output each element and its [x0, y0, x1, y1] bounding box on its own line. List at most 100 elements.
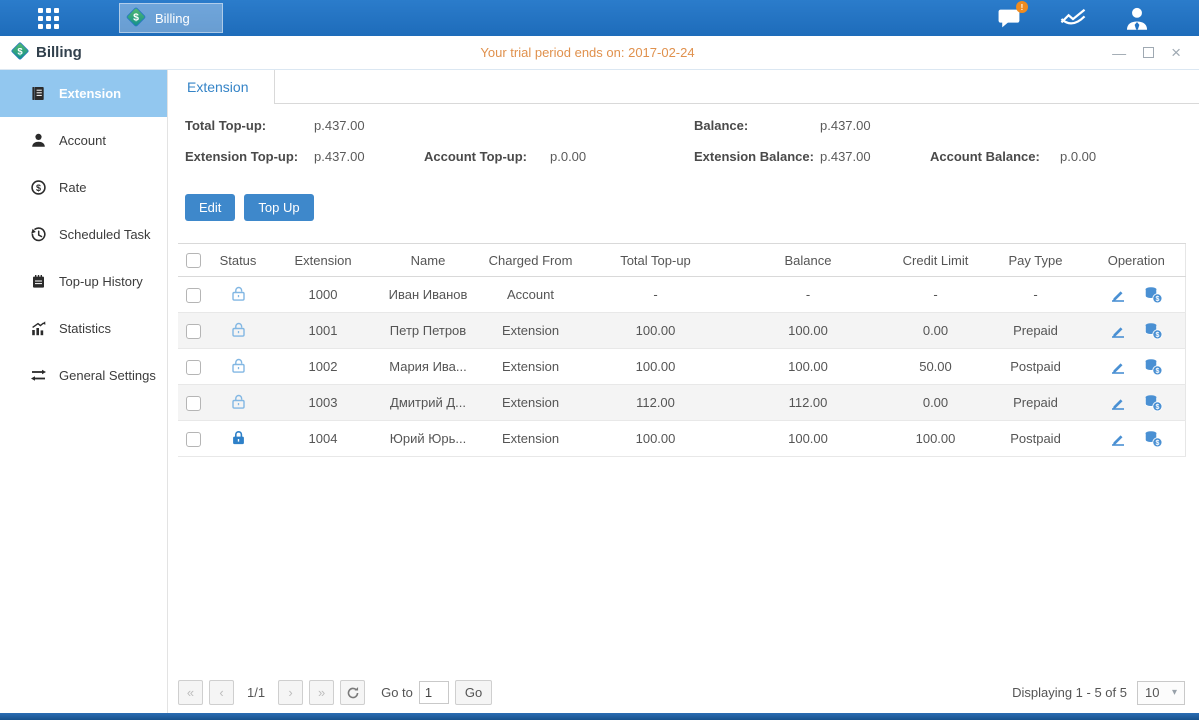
sidebar-item-scheduled-task[interactable]: Scheduled Task [0, 211, 167, 258]
select-all-checkbox[interactable] [186, 253, 201, 268]
maximize-button[interactable] [1143, 46, 1154, 60]
sidebar-item-rate[interactable]: $ Rate [0, 164, 167, 211]
goto-page-input[interactable] [419, 681, 449, 704]
balance-cell: 100.00 [728, 421, 888, 457]
status-cell [208, 277, 268, 313]
balance-cell: 100.00 [728, 313, 888, 349]
charged-from-cell: Extension [478, 421, 583, 457]
svg-text:$: $ [1156, 331, 1160, 338]
edit-row-icon[interactable] [1109, 430, 1127, 448]
sidebar-item-label: General Settings [59, 368, 156, 383]
col-pay-type: Pay Type [983, 244, 1088, 277]
table-header-row: Status Extension Name Charged From Total… [178, 244, 1185, 277]
page-size-dropdown[interactable]: 10 ▾ [1137, 681, 1185, 705]
table-row: 1000 Иван Иванов Account - - - - [178, 277, 1185, 313]
top-up-row-icon[interactable]: $ [1143, 394, 1163, 412]
operation-cell: $ [1088, 313, 1185, 349]
displaying-text: Displaying 1 - 5 of 5 [1012, 685, 1127, 700]
row-checkbox[interactable] [186, 288, 201, 303]
row-checkbox[interactable] [186, 360, 201, 375]
total-topup-value: p.437.00 [314, 118, 365, 133]
minimize-button[interactable]: — [1112, 46, 1126, 60]
charged-from-cell: Extension [478, 349, 583, 385]
user-account-icon[interactable] [1123, 5, 1151, 31]
svg-text:$: $ [1156, 403, 1160, 410]
sidebar-item-extension[interactable]: Extension [0, 70, 167, 117]
edit-button[interactable]: Edit [185, 194, 235, 221]
charged-from-cell: Account [478, 277, 583, 313]
edit-row-icon[interactable] [1109, 394, 1127, 412]
balance-value: p.437.00 [820, 118, 871, 133]
sidebar: Extension Account $ Rate [0, 70, 168, 713]
taskbar: $ Billing ! [0, 0, 1199, 36]
bottom-edge-strip [0, 713, 1199, 720]
window-titlebar: $ Billing Your trial period ends on: 201… [0, 36, 1199, 70]
sidebar-item-account[interactable]: Account [0, 117, 167, 164]
close-button[interactable]: × [1171, 44, 1181, 61]
edit-row-icon[interactable] [1109, 286, 1127, 304]
last-page-button[interactable]: » [309, 680, 334, 705]
row-checkbox[interactable] [186, 396, 201, 411]
top-up-button[interactable]: Top Up [244, 194, 313, 221]
sidebar-item-label: Extension [59, 86, 121, 101]
first-page-button[interactable]: « [178, 680, 203, 705]
account-balance-value: p.0.00 [1060, 149, 1096, 164]
scheduled-task-icon [30, 226, 47, 243]
edit-row-icon[interactable] [1109, 358, 1127, 376]
table-row: 1004 Юрий Юрь... Extension 100.00 100.00… [178, 421, 1185, 457]
main-content: Extension Total Top-up: p.437.00 Balance… [168, 70, 1199, 713]
name-cell: Дмитрий Д... [378, 385, 478, 421]
name-cell: Мария Ива... [378, 349, 478, 385]
refresh-button[interactable] [340, 680, 365, 705]
next-page-button[interactable]: › [278, 680, 303, 705]
apps-grid-icon[interactable] [38, 8, 59, 29]
account-icon [30, 132, 47, 149]
extension-cell: 1002 [268, 349, 378, 385]
row-checkbox[interactable] [186, 432, 201, 447]
locked-status-icon [230, 429, 247, 446]
balance-cell: 112.00 [728, 385, 888, 421]
prev-page-button[interactable]: ‹ [209, 680, 234, 705]
taskbar-billing-tab[interactable]: $ Billing [119, 3, 223, 33]
edit-row-icon[interactable] [1109, 322, 1127, 340]
unlocked-status-icon [230, 357, 247, 374]
sidebar-item-topup-history[interactable]: Top-up History [0, 258, 167, 305]
window-controls: — × [1112, 44, 1199, 61]
pay-type-cell: - [983, 277, 1088, 313]
tab-extension[interactable]: Extension [168, 70, 275, 104]
sidebar-item-label: Rate [59, 180, 86, 195]
total-topup-cell: 100.00 [583, 313, 728, 349]
window-title-group: $ Billing [0, 41, 82, 65]
table-row: 1003 Дмитрий Д... Extension 112.00 112.0… [178, 385, 1185, 421]
statistics-report-icon[interactable] [1059, 5, 1087, 31]
row-checkbox[interactable] [186, 324, 201, 339]
top-up-row-icon[interactable]: $ [1143, 430, 1163, 448]
sidebar-item-label: Scheduled Task [59, 227, 151, 242]
unlocked-status-icon [230, 285, 247, 302]
sidebar-item-general-settings[interactable]: General Settings [0, 352, 167, 399]
col-balance: Balance [728, 244, 888, 277]
credit-limit-cell: 0.00 [888, 313, 983, 349]
messages-icon[interactable]: ! [995, 5, 1023, 31]
tabstrip: Extension [168, 70, 1199, 104]
taskbar-tab-label: Billing [155, 11, 190, 26]
general-settings-icon [30, 367, 47, 384]
top-up-row-icon[interactable]: $ [1143, 358, 1163, 376]
extension-cell: 1001 [268, 313, 378, 349]
status-cell [208, 421, 268, 457]
action-buttons: Edit Top Up [185, 194, 1199, 221]
col-operation: Operation [1088, 244, 1185, 277]
pay-type-cell: Prepaid [983, 385, 1088, 421]
sidebar-item-statistics[interactable]: Statistics [0, 305, 167, 352]
app-body: Extension Account $ Rate [0, 70, 1199, 713]
billing-app-icon: $ [125, 6, 147, 31]
sidebar-item-label: Top-up History [59, 274, 143, 289]
extension-icon [30, 85, 47, 102]
extension-table-body: 1000 Иван Иванов Account - - - - [178, 277, 1185, 457]
col-total-topup: Total Top-up [583, 244, 728, 277]
go-button[interactable]: Go [455, 680, 492, 705]
maximize-icon [1143, 47, 1154, 58]
top-up-row-icon[interactable]: $ [1143, 322, 1163, 340]
top-up-row-icon[interactable]: $ [1143, 286, 1163, 304]
pay-type-cell: Prepaid [983, 313, 1088, 349]
